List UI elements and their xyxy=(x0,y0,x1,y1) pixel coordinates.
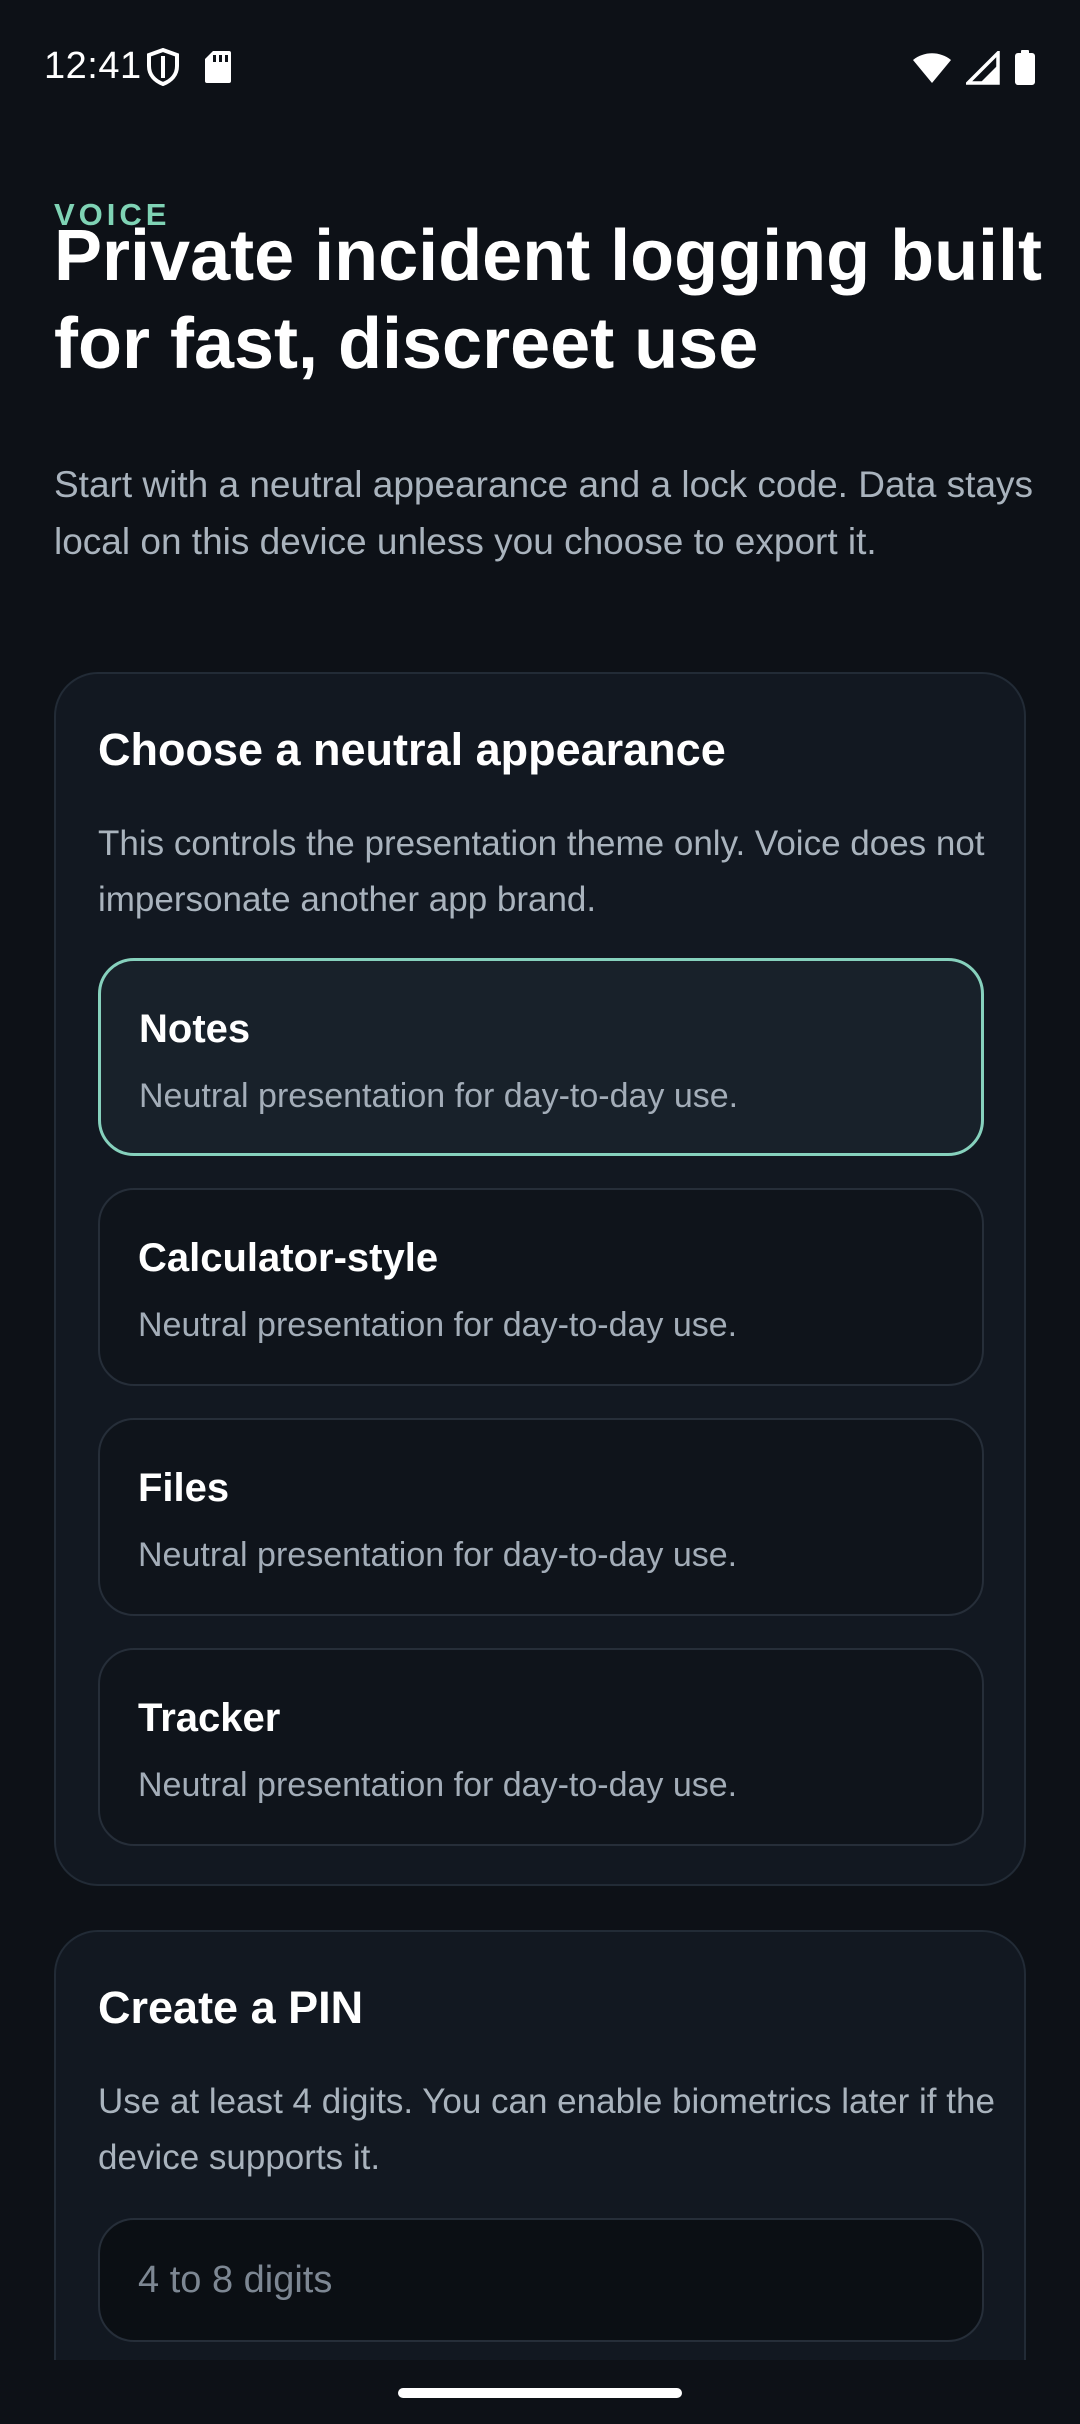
battery-icon xyxy=(1014,50,1036,91)
page-subtitle: Start with a neutral appearance and a lo… xyxy=(54,464,1034,562)
option-description: Neutral presentation for day-to-day use. xyxy=(139,1077,739,1115)
option-description: Neutral presentation for day-to-day use. xyxy=(138,1766,738,1804)
option-title: Tracker xyxy=(138,1696,281,1740)
pin-input[interactable] xyxy=(98,2218,984,2342)
pin-title: Create a PIN xyxy=(98,1982,364,2033)
home-indicator[interactable] xyxy=(398,2388,682,2398)
signal-icon xyxy=(963,48,1000,90)
pin-card: Create a PIN Use at least 4 digits. You … xyxy=(54,1930,1026,2424)
option-description: Neutral presentation for day-to-day use. xyxy=(138,1306,738,1344)
header: VOICE Private incident logging built for… xyxy=(54,196,1042,562)
appearance-title: Choose a neutral appearance xyxy=(98,724,726,775)
sd-card-icon xyxy=(204,50,232,89)
page-title: Private incident logging built for fast,… xyxy=(54,216,1043,384)
appearance-option-calculator[interactable]: Calculator-style Neutral presentation fo… xyxy=(98,1188,984,1386)
status-bar: 12:41 xyxy=(0,0,1080,140)
option-title: Calculator-style xyxy=(138,1236,439,1280)
shield-icon xyxy=(146,47,180,91)
appearance-description: This controls the presentation theme onl… xyxy=(98,824,985,919)
status-time: 12:41 xyxy=(44,45,142,87)
screen: 12:41 VOICE Private incident logging bui… xyxy=(0,0,1080,2424)
appearance-option-files[interactable]: Files Neutral presentation for day-to-da… xyxy=(98,1418,984,1616)
appearance-option-notes[interactable]: Notes Neutral presentation for day-to-da… xyxy=(98,958,984,1156)
option-title: Notes xyxy=(139,1007,251,1051)
wifi-icon xyxy=(912,52,952,89)
pin-description: Use at least 4 digits. You can enable bi… xyxy=(98,2082,995,2177)
appearance-card: Choose a neutral appearance This control… xyxy=(54,672,1026,1886)
appearance-option-tracker[interactable]: Tracker Neutral presentation for day-to-… xyxy=(98,1648,984,1846)
status-right-icons xyxy=(912,48,1036,91)
option-title: Files xyxy=(138,1466,230,1510)
status-left-icons xyxy=(146,47,232,91)
option-description: Neutral presentation for day-to-day use. xyxy=(138,1536,738,1574)
